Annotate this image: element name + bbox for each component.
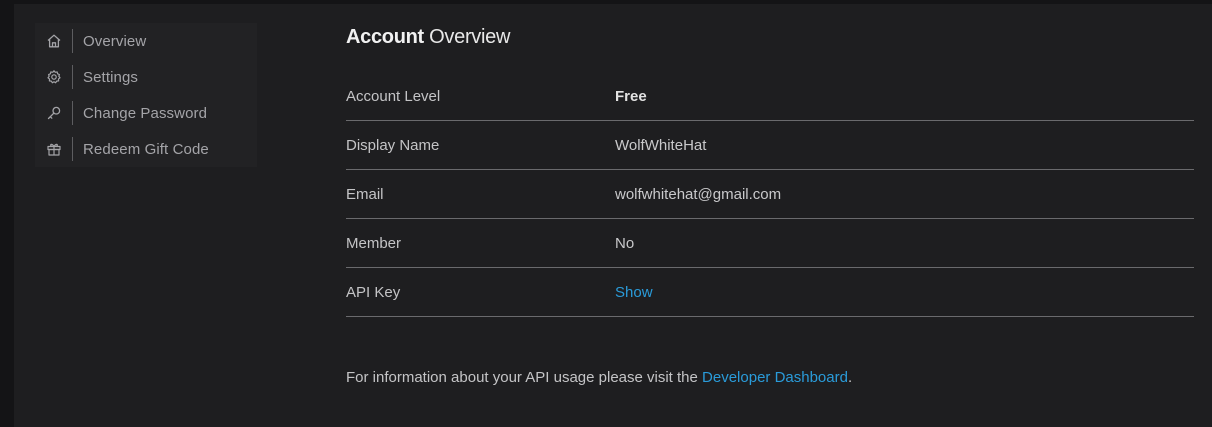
info-text: For information about your API usage ple… [346,369,703,386]
gift-icon [35,137,73,161]
api-key-row: API Key Show [346,268,1194,317]
row-label: API Key [346,283,401,301]
display-name-row: Display Name WolfWhiteHat [346,121,1194,170]
developer-dashboard-link[interactable]: Developer Dashboard [702,369,848,386]
sidebar-item-label: Redeem Gift Code [83,140,209,158]
member-value: No [615,234,635,252]
row-label: Display Name [346,136,440,154]
sidebar-item-settings[interactable]: Settings [35,59,257,95]
email-value: wolfwhitehat@gmail.com [615,185,782,203]
sidebar-item-label: Change Password [83,104,208,122]
sidebar-item-redeem-gift-code[interactable]: Redeem Gift Code [35,131,257,167]
account-overview: Account Overview Account Level Free Disp… [346,22,1194,401]
sidebar-nav: Overview Settings Change Password Redeem… [35,23,257,167]
email-row: Email wolfwhitehat@gmail.com [346,170,1194,219]
sidebar-item-label: Overview [83,32,147,50]
row-label: Account Level [346,87,441,105]
sidebar-item-overview[interactable]: Overview [35,23,257,59]
info-end: . [847,369,853,386]
page-title-bold: Account [346,26,424,48]
row-label: Member [346,234,402,252]
account-details-table: Account Level Free Display Name WolfWhit… [346,72,1194,317]
account-level-value: Free [615,87,647,105]
home-icon [35,29,73,53]
display-name-value: WolfWhiteHat [615,136,707,154]
sidebar-item-change-password[interactable]: Change Password [35,95,257,131]
window-frame: Overview Settings Change Password Redeem… [0,0,1212,427]
gear-icon [35,65,73,89]
key-icon [35,101,73,125]
row-label: Email [346,185,384,203]
member-row: Member No [346,219,1194,268]
show-api-key-link[interactable]: Show [615,284,653,301]
page-title-light: Overview [429,26,511,48]
api-usage-info: For information about your API usage ple… [346,369,1194,386]
account-level-row: Account Level Free [346,72,1194,121]
page-title: Account Overview [346,22,1194,52]
sidebar-item-label: Settings [83,68,138,86]
